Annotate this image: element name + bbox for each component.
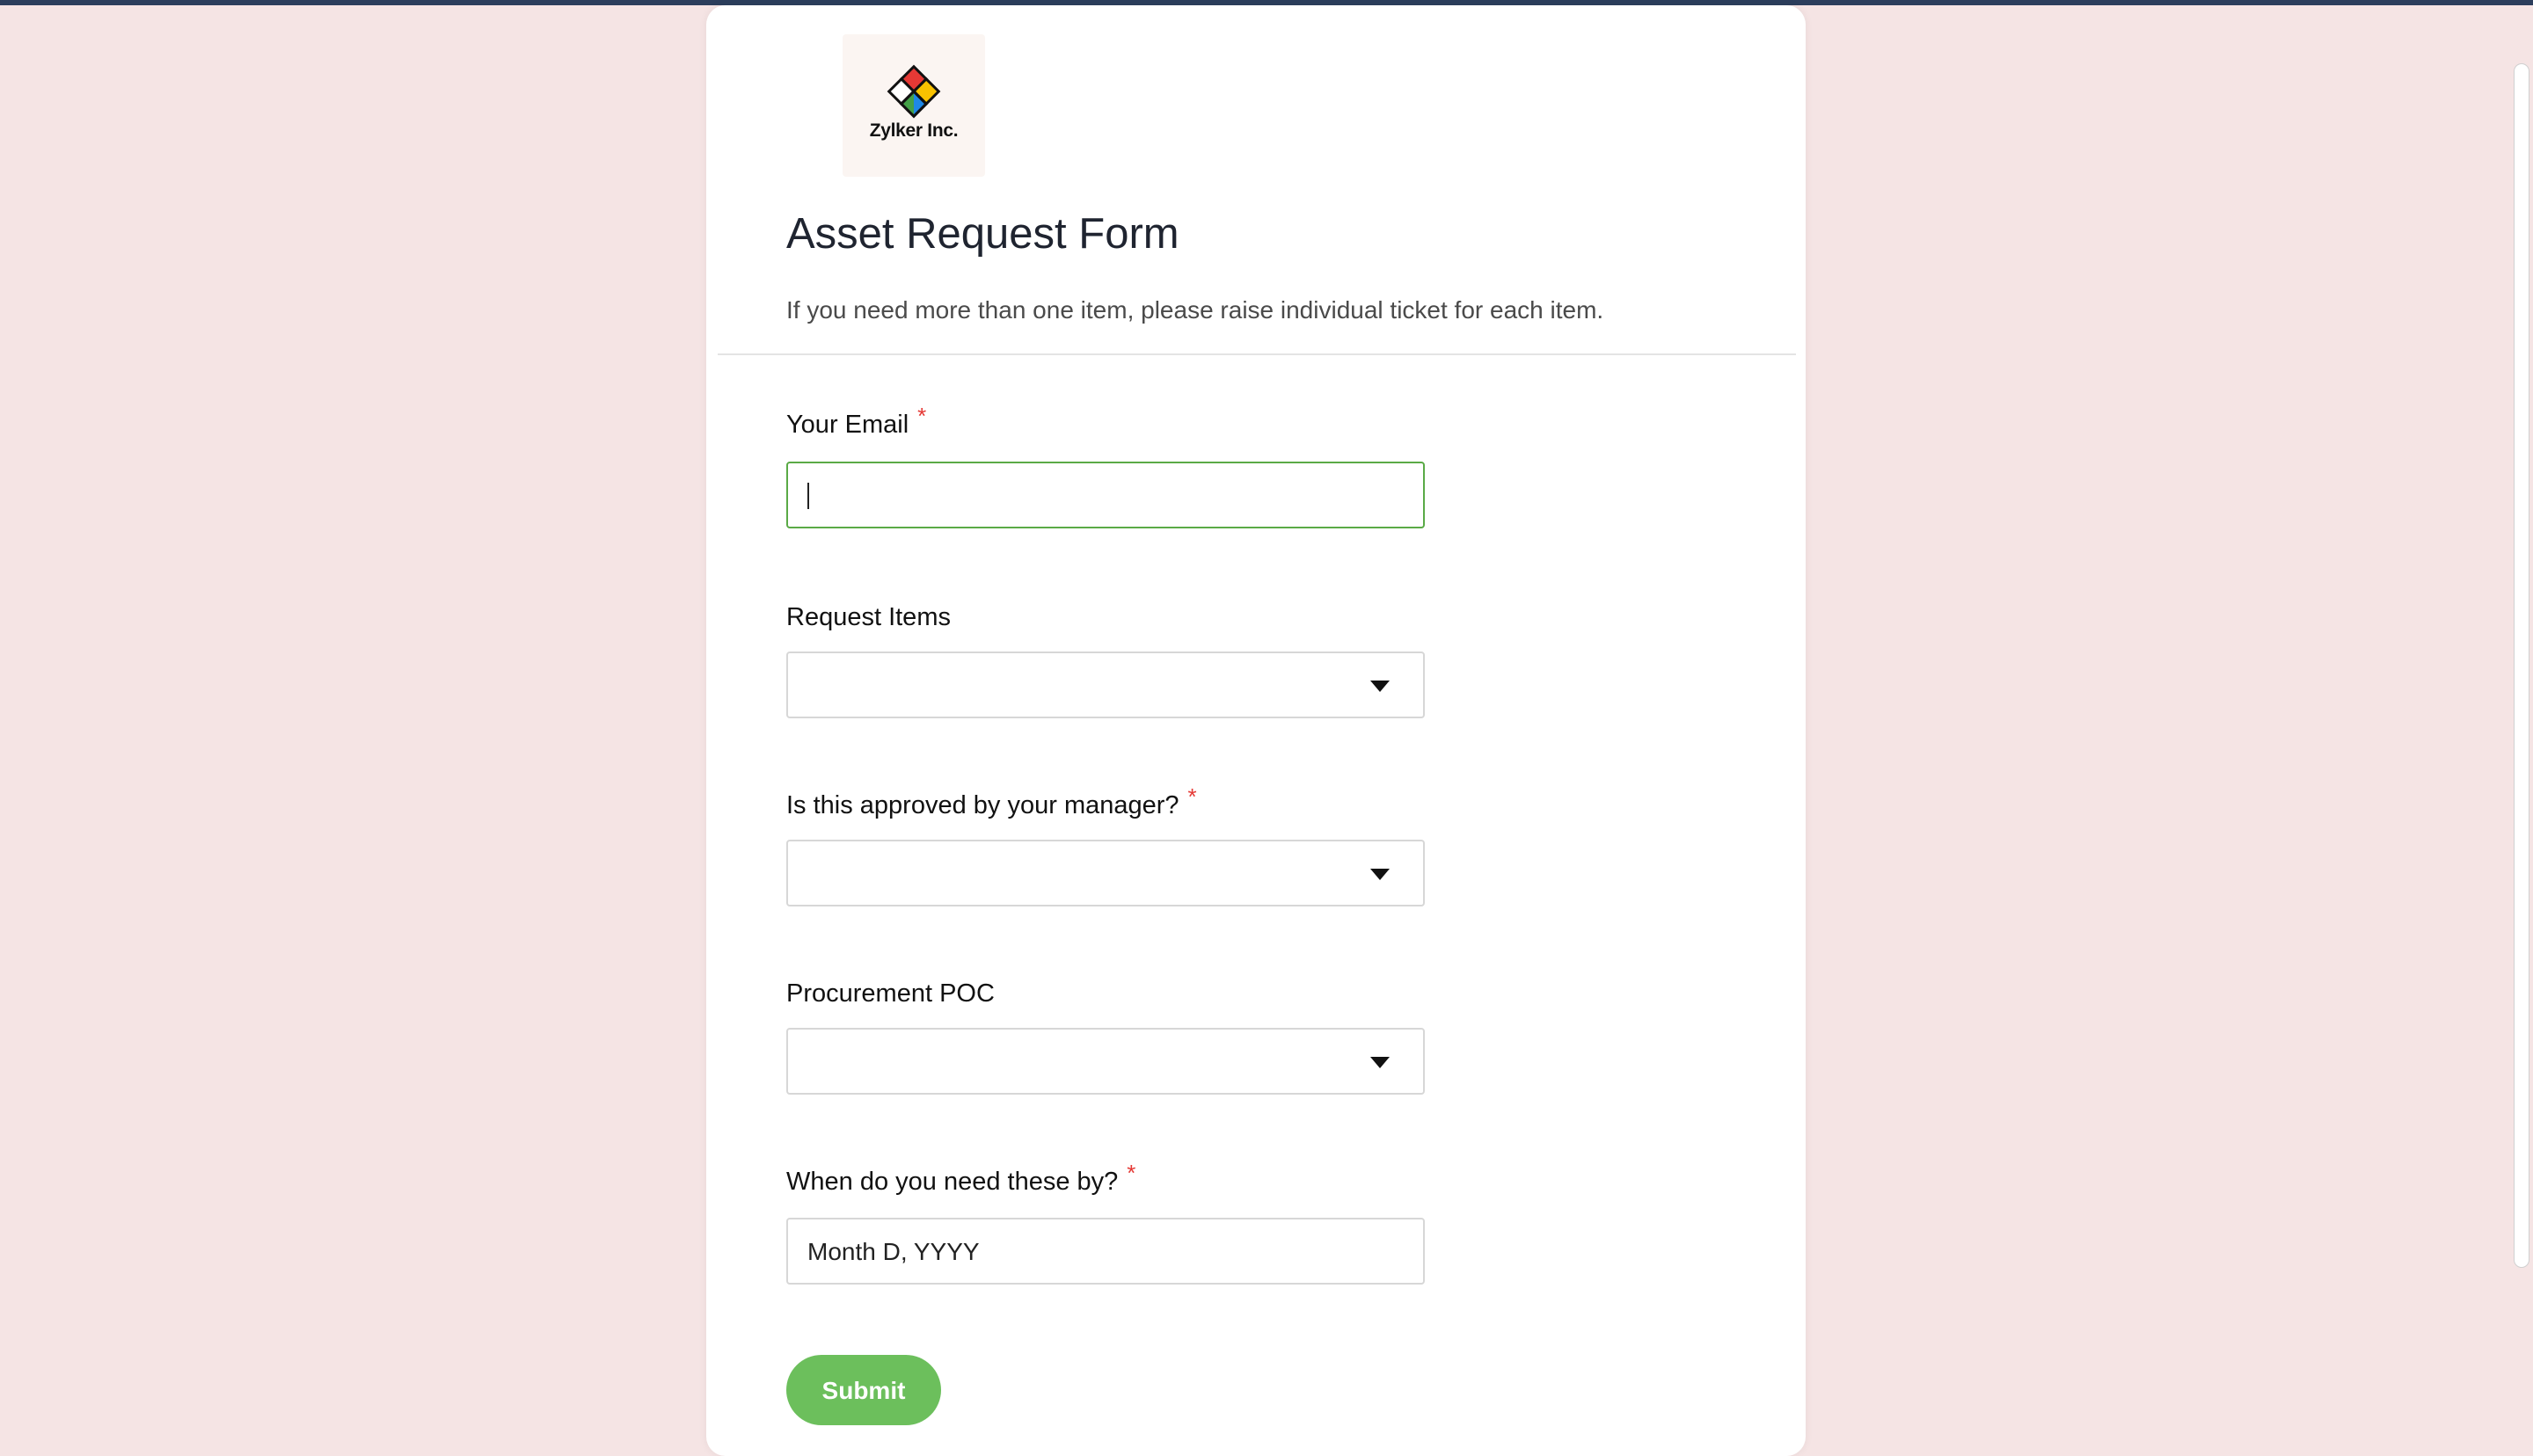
date-placeholder: Month D, YYYY [807, 1238, 980, 1265]
chevron-down-icon [1370, 869, 1390, 880]
form-card: Zylker Inc. Asset Request Form If you ne… [706, 5, 1806, 1456]
request-items-label: Request Items [786, 603, 951, 632]
email-label: Your Email * [786, 403, 926, 440]
logo-text: Zylker Inc. [869, 120, 959, 141]
submit-button[interactable]: Submit [786, 1355, 941, 1425]
need-by-label: When do you need these by? * [786, 1160, 1135, 1197]
manager-approval-label: Is this approved by your manager? * [786, 783, 1197, 820]
procurement-poc-label-text: Procurement POC [786, 979, 995, 1008]
header-divider [718, 353, 1796, 355]
required-indicator: * [917, 403, 927, 429]
page-title: Asset Request Form [786, 210, 1179, 258]
scrollbar[interactable] [2514, 63, 2529, 1268]
text-caret [807, 483, 809, 509]
request-items-label-text: Request Items [786, 603, 951, 631]
procurement-poc-label: Procurement POC [786, 979, 995, 1008]
zylker-logo-icon [887, 64, 941, 119]
manager-approval-label-text: Is this approved by your manager? [786, 791, 1179, 819]
need-by-label-text: When do you need these by? [786, 1168, 1119, 1196]
email-label-text: Your Email [786, 411, 909, 439]
procurement-poc-select[interactable] [786, 1028, 1425, 1095]
required-indicator: * [1127, 1160, 1136, 1186]
chevron-down-icon [1370, 681, 1390, 692]
chevron-down-icon [1370, 1057, 1390, 1068]
form-description: If you need more than one item, please r… [786, 296, 1604, 324]
request-items-select[interactable] [786, 652, 1425, 718]
need-by-date-field[interactable]: Month D, YYYY [786, 1218, 1425, 1285]
company-logo: Zylker Inc. [843, 34, 985, 177]
email-field[interactable] [786, 462, 1425, 528]
required-indicator: * [1187, 783, 1197, 810]
manager-approval-select[interactable] [786, 840, 1425, 906]
